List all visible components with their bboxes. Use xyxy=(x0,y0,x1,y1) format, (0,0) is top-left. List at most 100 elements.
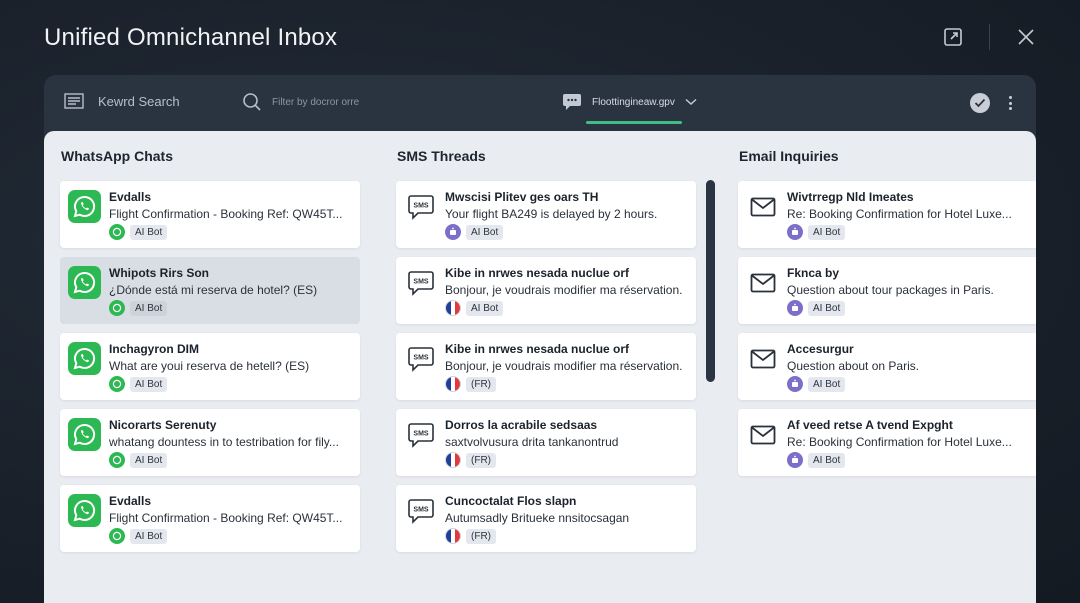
bot-icon xyxy=(787,300,803,316)
sms-icon: SMS xyxy=(407,422,434,448)
message-preview: What are youi reserva de hetell? (ES) xyxy=(109,359,310,373)
message-preview: saxtvolvusura drita tankanontrud xyxy=(445,435,619,449)
bot-icon xyxy=(787,224,803,240)
whatsapp-badge-icon xyxy=(109,300,125,316)
agent-tag: AI Bot xyxy=(130,300,168,316)
sms-card[interactable]: SMS Dorros la acrabile sedsaas saxtvolvusu… xyxy=(396,409,696,476)
whatsapp-badge-icon xyxy=(109,224,125,240)
contact-name: Mwscisi Plitev ges oars TH xyxy=(445,190,599,204)
whatsapp-card[interactable]: Nicorarts Serenuty whatang dountess in to… xyxy=(60,409,360,476)
whatsapp-card[interactable]: Evdalls Flight Confirmation - Booking Ref… xyxy=(60,485,360,552)
svg-text:SMS: SMS xyxy=(413,278,429,285)
contact-name: Nicorarts Serenuty xyxy=(109,418,217,432)
agent-tag: (FR) xyxy=(466,452,496,468)
filter-search-input[interactable]: Filter by docror orre xyxy=(242,92,359,112)
column-title: WhatsApp Chats xyxy=(61,148,173,164)
channel-icon xyxy=(68,494,101,527)
whatsapp-badge-icon xyxy=(109,528,125,544)
contact-name: Cuncoctalat Flos slapn xyxy=(445,494,577,508)
agent-tag: (FR) xyxy=(466,376,496,392)
france-flag-icon xyxy=(445,376,461,392)
whatsapp-card[interactable]: Inchagyron DIM What are youi reserva de h… xyxy=(60,333,360,400)
whatsapp-badge-icon xyxy=(109,452,125,468)
agent-tag: AI Bot xyxy=(130,224,168,240)
popout-button[interactable] xyxy=(940,24,966,50)
agent-tag: AI Bot xyxy=(466,224,504,240)
contact-name: Evdalls xyxy=(109,190,152,204)
message-preview: whatang dountess in to testribation for … xyxy=(109,435,339,449)
message-preview: Re: Booking Confirmation for Hotel Luxe.… xyxy=(787,435,1012,449)
email-card[interactable]: Accesurgur Question about on Paris. AI Bot xyxy=(738,333,1036,400)
bot-icon xyxy=(787,452,803,468)
check-icon xyxy=(974,98,986,108)
sms-card[interactable]: SMS Mwscisi Plitev ges oars TH Your flight… xyxy=(396,181,696,248)
message-preview: Autumsadly Britueke nnsitocsagan xyxy=(445,511,630,525)
sms-card[interactable]: SMS Kibe in nrwes nesada nuclue orf Bonjou… xyxy=(396,333,696,400)
card-meta: AI Bot xyxy=(787,376,846,392)
email-card[interactable]: Wivtrregp Nld Imeates Re: Booking Confirm… xyxy=(738,181,1036,248)
channel-icon xyxy=(68,342,101,375)
app-title: Unified Omnichannel Inbox xyxy=(44,24,338,51)
whatsapp-card[interactable]: Whipots Rirs Son ¿Dónde está mi reserva d… xyxy=(60,257,360,324)
card-meta: AI Bot xyxy=(787,300,846,316)
card-meta: AI Bot xyxy=(445,224,504,240)
card-meta: AI Bot xyxy=(445,300,504,316)
france-flag-icon xyxy=(445,300,461,316)
channel-icon: SMS xyxy=(404,418,437,451)
whatsapp-icon xyxy=(68,418,101,451)
whatsapp-card-list: Evdalls Flight Confirmation - Booking Ref… xyxy=(60,181,360,561)
sms-icon: SMS xyxy=(407,194,434,220)
agent-tag: AI Bot xyxy=(466,300,504,316)
contact-name: Whipots Rirs Son xyxy=(109,266,209,280)
email-card[interactable]: Af veed retse A tvend Expght Re: Booking … xyxy=(738,409,1036,476)
svg-text:SMS: SMS xyxy=(413,354,429,361)
channel-icon: SMS xyxy=(404,494,437,527)
channel-icon: SMS xyxy=(404,190,437,223)
contact-name: Kibe in nrwes nesada nuclue orf xyxy=(445,266,630,280)
popout-icon xyxy=(944,28,962,46)
contact-name: Af veed retse A tvend Expght xyxy=(787,418,953,432)
whatsapp-icon xyxy=(68,342,101,375)
close-button[interactable] xyxy=(1013,24,1039,50)
channel-selector[interactable]: Floottingineaw.gpv xyxy=(562,93,697,111)
card-meta: (FR) xyxy=(445,376,496,392)
sms-card[interactable]: SMS Kibe in nrwes nesada nuclue orf Bonjou… xyxy=(396,257,696,324)
agent-tag: (FR) xyxy=(466,528,496,544)
whatsapp-badge-icon xyxy=(109,376,125,392)
channel-icon xyxy=(746,266,779,299)
filter-placeholder: Filter by docror orre xyxy=(272,96,360,108)
keyword-search-button[interactable]: Kewrd Search xyxy=(64,93,180,109)
card-meta: AI Bot xyxy=(109,528,168,544)
channel-icon xyxy=(746,342,779,375)
whatsapp-icon xyxy=(68,494,101,527)
sms-icon: SMS xyxy=(407,346,434,372)
keyword-search-label: Kewrd Search xyxy=(98,93,180,109)
whatsapp-card[interactable]: Evdalls Flight Confirmation - Booking Ref… xyxy=(60,181,360,248)
column-title: SMS Threads xyxy=(397,148,486,164)
agent-tag: AI Bot xyxy=(130,376,168,392)
inbox-panel: Kewrd Search Filter by docror orre Floot… xyxy=(44,75,1036,603)
sms-scrollbar[interactable] xyxy=(706,180,715,382)
contact-name: Wivtrregp Nld Imeates xyxy=(787,190,914,204)
whatsapp-icon xyxy=(68,190,101,223)
list-icon xyxy=(64,93,84,109)
active-tab-indicator xyxy=(586,121,682,124)
channel-icon xyxy=(746,190,779,223)
status-check-button[interactable] xyxy=(970,93,990,113)
column-title: Email Inquiries xyxy=(739,148,839,164)
title-divider xyxy=(989,24,990,50)
chevron-down-icon xyxy=(685,98,697,106)
email-card-list: Wivtrregp Nld Imeates Re: Booking Confirm… xyxy=(738,181,1036,485)
svg-text:SMS: SMS xyxy=(413,202,429,209)
card-meta: AI Bot xyxy=(109,452,168,468)
mail-icon xyxy=(750,349,775,368)
channel-icon xyxy=(68,266,101,299)
card-meta: AI Bot xyxy=(109,224,168,240)
message-preview: Flight Confirmation - Booking Ref: QW45T… xyxy=(109,511,343,525)
france-flag-icon xyxy=(445,528,461,544)
sms-card[interactable]: SMS Cuncoctalat Flos slapn Autumsadly Brit… xyxy=(396,485,696,552)
mail-icon xyxy=(750,425,775,444)
channel-icon xyxy=(68,418,101,451)
more-options-button[interactable] xyxy=(1002,93,1018,113)
email-card[interactable]: Fknca by Question about tour packages in … xyxy=(738,257,1036,324)
